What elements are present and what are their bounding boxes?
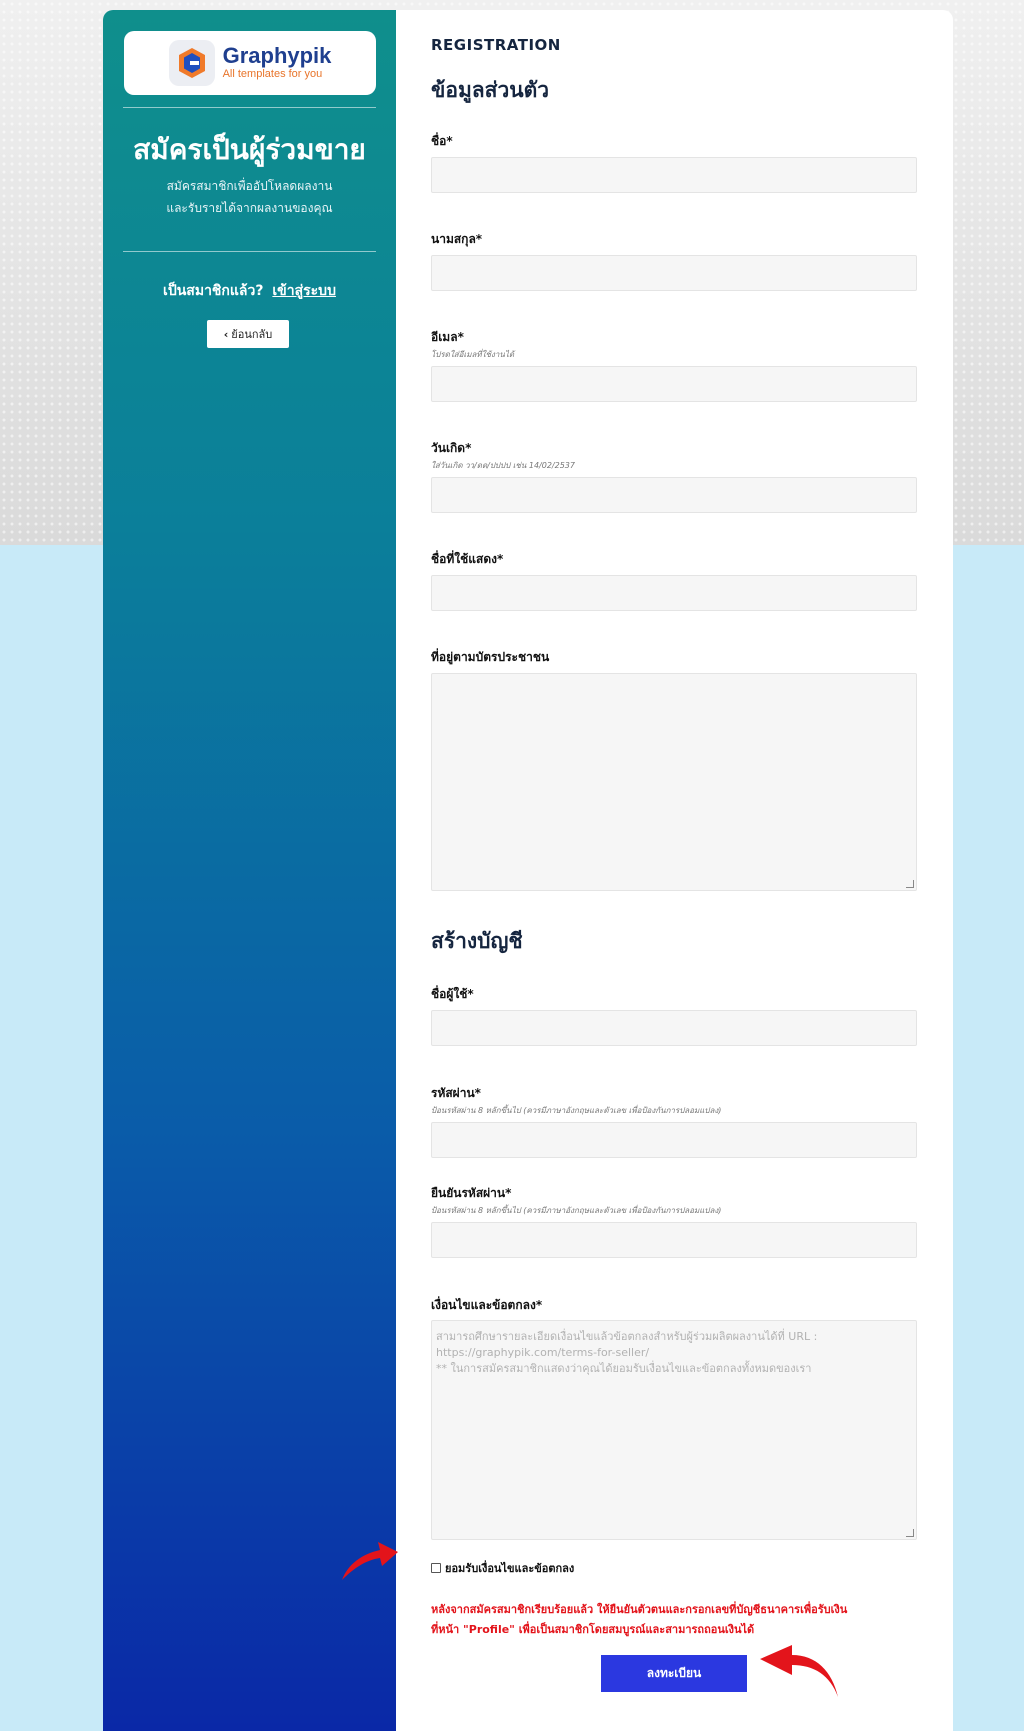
sidebar-desc-line: และรับรายได้จากผลงานของคุณ xyxy=(166,201,333,215)
resize-handle-icon[interactable] xyxy=(906,1529,914,1537)
display-name-label: ชื่อที่ใช้แสดง* xyxy=(431,552,504,566)
back-button-label: ย้อนกลับ xyxy=(231,328,273,341)
sidebar-divider xyxy=(123,107,376,108)
register-button[interactable]: ลงทะเบียน xyxy=(601,1655,747,1692)
email-input[interactable] xyxy=(431,366,917,402)
first-name-input[interactable] xyxy=(431,157,917,193)
pointer-arrow-icon xyxy=(760,1645,838,1697)
member-prompt: เป็นสมาชิกแล้ว? เข้าสู่ระบบ xyxy=(103,280,396,302)
notice-line: ที่หน้า "Profile" เพื่อเป็นสมาชิกโดยสมบู… xyxy=(431,1623,755,1636)
terms-label: เงื่อนไขและข้อตกลง* xyxy=(431,1298,543,1312)
terms-text: สามารถศึกษารายละเอียดเงื่อนไขแล้วข้อตกลง… xyxy=(436,1330,818,1375)
accept-terms-label[interactable]: ยอมรับเงื่อนไขและข้อตกลง xyxy=(445,1559,574,1577)
brand-name: Graphypik xyxy=(222,43,332,68)
confirm-password-hint: ป้อนรหัสผ่าน 8 หลักขึ้นไป (ควรมีภาษาอังก… xyxy=(431,1206,722,1215)
accept-terms-checkbox[interactable] xyxy=(431,1563,441,1573)
member-text: เป็นสมาชิกแล้ว? xyxy=(163,283,264,299)
login-link[interactable]: เข้าสู่ระบบ xyxy=(272,283,336,299)
form-eyebrow: REGISTRATION xyxy=(431,36,561,54)
email-label: อีเมล* xyxy=(431,330,464,344)
back-button[interactable]: ‹ ย้อนกลับ xyxy=(207,320,289,348)
confirm-password-input[interactable] xyxy=(431,1222,917,1258)
graphypik-logo-icon xyxy=(168,40,215,86)
verification-notice: หลังจากสมัครสมาชิกเรียบร้อยแล้ว ให้ยืนยั… xyxy=(431,1600,911,1640)
registration-card: Graphypik All templates for you สมัครเป็… xyxy=(103,10,953,1731)
resize-handle-icon[interactable] xyxy=(906,880,914,888)
section-title-personal: ข้อมูลส่วนตัว xyxy=(431,78,550,102)
password-label: รหัสผ่าน* xyxy=(431,1086,481,1100)
sidebar-divider xyxy=(123,251,376,252)
display-name-input[interactable] xyxy=(431,575,917,611)
address-label: ที่อยู่ตามบัตรประชาชน xyxy=(431,650,550,664)
birthdate-input[interactable] xyxy=(431,477,917,513)
email-hint: โปรดใส่อีเมลที่ใช้งานได้ xyxy=(431,350,515,359)
section-title-account: สร้างบัญชี xyxy=(431,929,523,953)
accept-terms-row: ยอมรับเงื่อนไขและข้อตกลง xyxy=(431,1559,574,1577)
password-hint: ป้อนรหัสผ่าน 8 หลักขึ้นไป (ควรมีภาษาอังก… xyxy=(431,1106,722,1115)
sidebar-desc-line: สมัครสมาชิกเพื่ออัปโหลดผลงาน xyxy=(166,179,333,193)
username-input[interactable] xyxy=(431,1010,917,1046)
notice-line: หลังจากสมัครสมาชิกเรียบร้อยแล้ว ให้ยืนยั… xyxy=(431,1603,848,1616)
terms-textarea[interactable]: สามารถศึกษารายละเอียดเงื่อนไขแล้วข้อตกลง… xyxy=(431,1320,917,1540)
address-textarea[interactable] xyxy=(431,673,917,891)
confirm-password-label: ยืนยันรหัสผ่าน* xyxy=(431,1186,512,1200)
username-label: ชื่อผู้ใช้* xyxy=(431,987,474,1001)
first-name-label: ชื่อ* xyxy=(431,134,453,148)
birthdate-label: วันเกิด* xyxy=(431,441,472,455)
brand-logo[interactable]: Graphypik All templates for you xyxy=(124,31,376,95)
sidebar-description: สมัครสมาชิกเพื่ออัปโหลดผลงาน และรับรายได… xyxy=(103,175,396,219)
sidebar-title: สมัครเป็นผู้ร่วมขาย xyxy=(133,133,366,166)
brand-tagline: All templates for you xyxy=(222,68,323,80)
sidebar: Graphypik All templates for you สมัครเป็… xyxy=(103,10,396,1731)
last-name-input[interactable] xyxy=(431,255,917,291)
password-input[interactable] xyxy=(431,1122,917,1158)
birthdate-hint: ใส่วันเกิด วว/ดด/ปปปป เช่น 14/02/2537 xyxy=(431,461,575,470)
chevron-left-icon: ‹ xyxy=(223,327,229,341)
last-name-label: นามสกุล* xyxy=(431,232,483,246)
pointer-arrow-icon xyxy=(342,1542,398,1580)
